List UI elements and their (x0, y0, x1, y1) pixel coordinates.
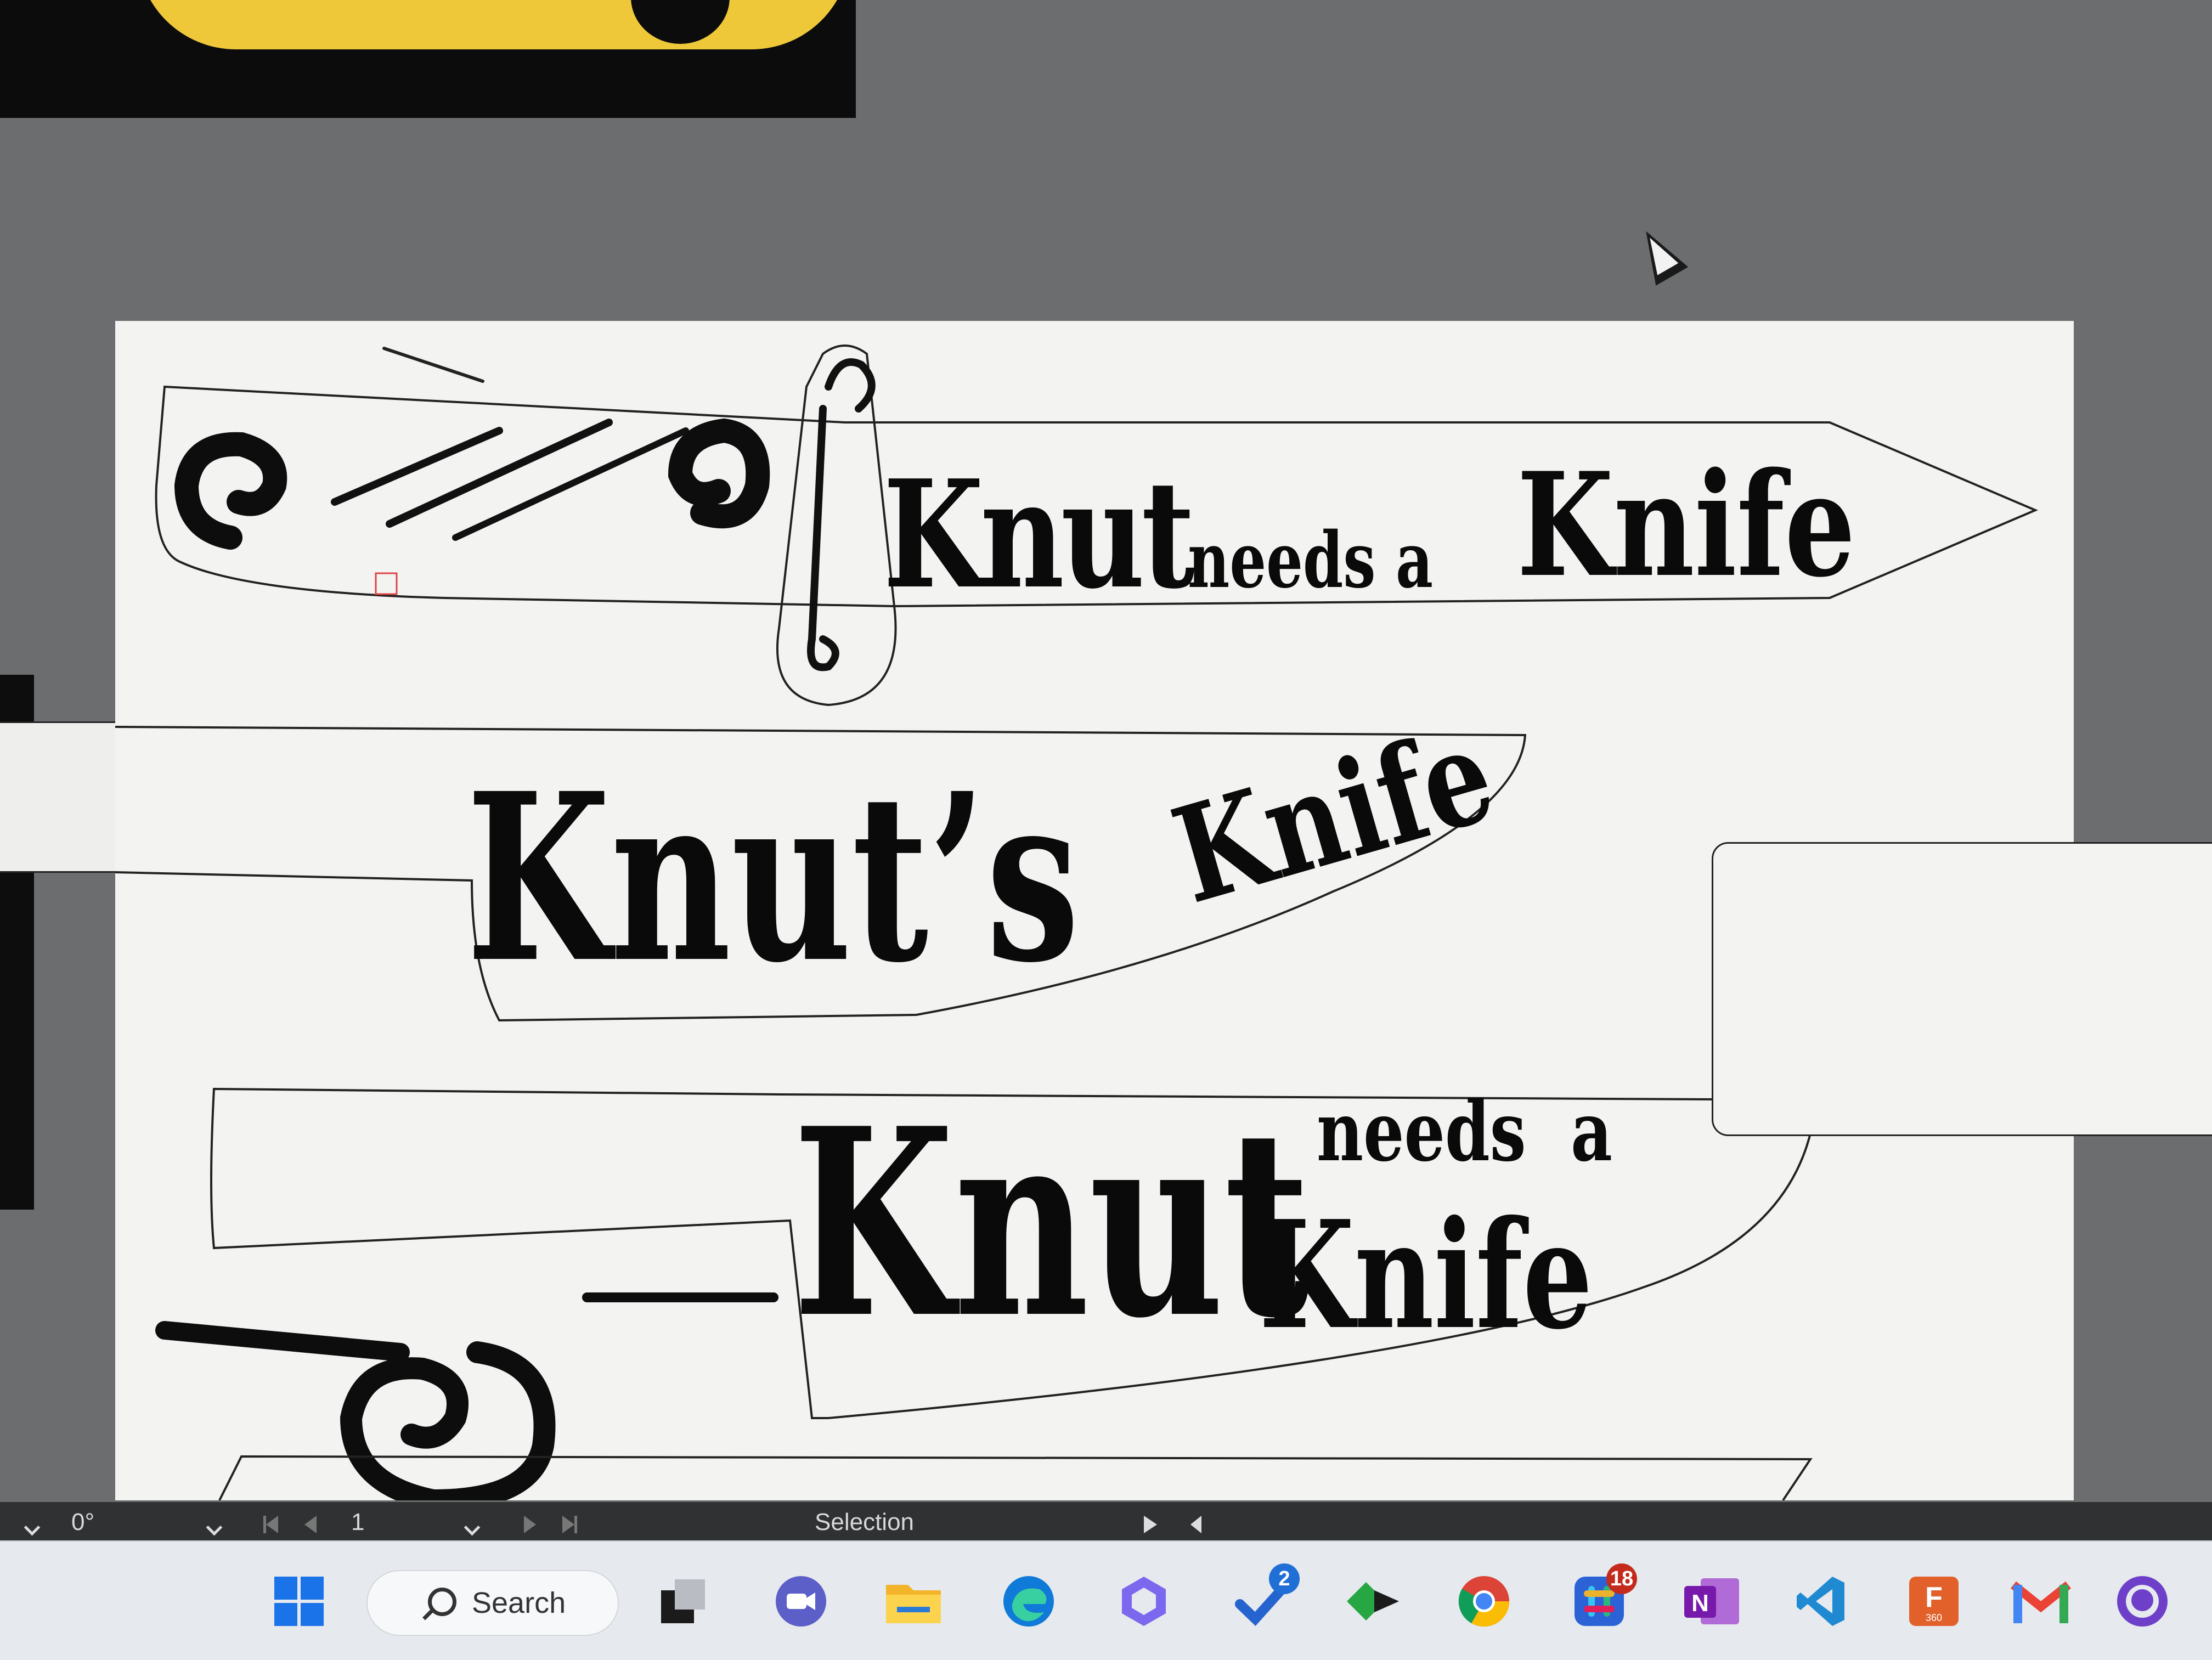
chrome-browser-icon[interactable] (1454, 1571, 1514, 1631)
knife1-slash-1 (331, 427, 503, 506)
rotation-dropdown-button[interactable] (206, 1512, 223, 1539)
knife1-swirl-left (174, 432, 287, 550)
knife1-word-needs-a: needs a (1188, 516, 1434, 606)
knife1-slash-4 (382, 347, 484, 383)
todo-check-icon[interactable]: 2 (1232, 1563, 1300, 1631)
knife1-text: Knut needs a Knife (883, 442, 1855, 622)
knife3-slash-2 (155, 1321, 410, 1362)
knife2-word-knuts: Knut’s (466, 743, 1080, 1014)
fusion-sublabel: 360 (1926, 1612, 1942, 1623)
meet-camera-icon[interactable] (771, 1571, 831, 1631)
knife1-word-knut: Knut (883, 447, 1195, 622)
knife3-word-needs-a: needs a (1317, 1083, 1612, 1180)
taskbar-search-box[interactable]: Search (366, 1570, 619, 1636)
status-bar: 0° 1 Selection (0, 1502, 2212, 1540)
knife1-slash-3 (452, 427, 689, 541)
next-page-icon[interactable] (524, 1512, 536, 1539)
current-tool-label: Selection (815, 1509, 915, 1535)
slack-badge: 18 (1606, 1563, 1637, 1594)
status-play-icon[interactable] (1144, 1512, 1157, 1539)
knife3-word-knife: Knife (1259, 1188, 1593, 1362)
page-dropdown-button[interactable] (464, 1512, 481, 1539)
onenote-letter: N (1691, 1590, 1709, 1617)
vscode-icon[interactable] (1791, 1571, 1852, 1631)
file-explorer-icon[interactable] (883, 1571, 944, 1631)
thumbnail-artwork[interactable] (0, 0, 856, 118)
knife1-slash-2 (386, 419, 613, 528)
todo-badge: 2 (1269, 1563, 1300, 1594)
first-page-icon[interactable] (263, 1512, 278, 1539)
knife1-word-knife: Knife (1517, 442, 1856, 609)
task-view-icon[interactable] (653, 1571, 713, 1631)
rotation-dropdown-chevron-icon[interactable] (24, 1512, 41, 1539)
fusion360-icon[interactable]: F 360 (1904, 1571, 1964, 1631)
knife2-text: Knut’s Knife (466, 696, 1509, 1014)
offcanvas-knife-handle-right (1712, 842, 2212, 1136)
mouse-cursor-icon (1629, 222, 1689, 286)
knife1-swirl-right (668, 418, 770, 529)
windows-taskbar: Search 2 18 N F 360 (0, 1540, 2212, 1660)
windows-start-icon[interactable] (269, 1571, 329, 1631)
prev-page-icon[interactable] (304, 1512, 317, 1539)
knife3-swirl (340, 1341, 556, 1500)
gmail-icon[interactable] (2011, 1571, 2071, 1631)
page-number-field[interactable]: 1 (351, 1509, 364, 1536)
knife1-guard-scroll (807, 358, 876, 671)
offcanvas-knife-handle-left (0, 721, 118, 873)
search-label: Search (472, 1586, 566, 1619)
knife3-text: Knut needs a Knife (793, 1072, 1612, 1375)
copilot-icon[interactable] (1114, 1571, 1174, 1631)
last-page-icon[interactable] (562, 1512, 577, 1539)
status-collapse-icon[interactable] (1190, 1512, 1201, 1539)
inkscape-app-icon[interactable] (1341, 1571, 1402, 1631)
github-icon[interactable] (2112, 1571, 2172, 1631)
knife3-word-knut: Knut (793, 1072, 1310, 1375)
onenote-icon[interactable]: N (1681, 1571, 1742, 1631)
yellow-lettering-fragment (137, 0, 850, 49)
fusion-letter: F (1925, 1582, 1943, 1613)
rotation-field[interactable]: 0° (71, 1509, 94, 1536)
slack-icon[interactable]: 18 (1569, 1563, 1637, 1631)
selection-marker (375, 572, 398, 595)
search-icon (428, 1588, 456, 1616)
edge-browser-icon[interactable] (998, 1571, 1059, 1631)
